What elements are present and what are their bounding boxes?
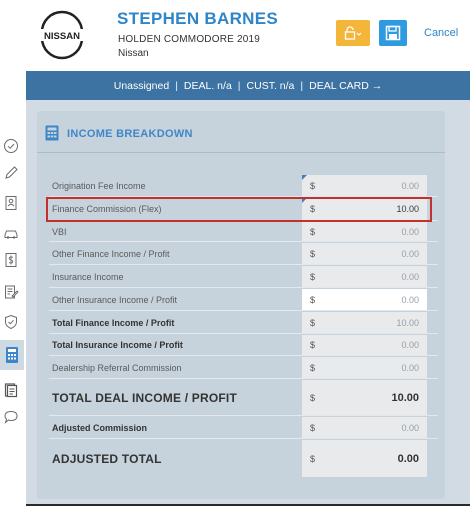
card-header: INCOME BREAKDOWN	[37, 111, 445, 153]
nissan-logo: NISSAN	[32, 10, 92, 60]
edit-flag	[302, 175, 307, 180]
check-circle-icon[interactable]	[2, 137, 20, 155]
currency-symbol: $	[310, 392, 316, 403]
field-value: 10.00	[391, 391, 419, 404]
highlight-box	[46, 197, 432, 222]
currency-symbol: $	[310, 422, 316, 433]
row-total-finance-income: Total Finance Income / Profit $10.00	[49, 312, 438, 334]
currency-symbol: $	[310, 453, 316, 464]
deal-number: DEAL. n/a	[183, 79, 232, 92]
deal-income-page: NISSAN STEPHEN BARNES HOLDEN COMMODORE 2…	[0, 0, 474, 508]
field-value: 0.00	[397, 452, 419, 465]
separator: |	[175, 79, 178, 92]
adjusted-commission-field[interactable]: $0.00	[302, 417, 427, 438]
vehicle-make: Nissan	[118, 48, 149, 59]
row-dealership-referral: Dealership Referral Commission $0.00	[49, 357, 438, 379]
origination-fee-field[interactable]: $0.00	[302, 175, 427, 196]
row-adjusted-total: ADJUSTED TOTAL $0.00	[49, 440, 438, 477]
logo-text: NISSAN	[44, 31, 80, 42]
field-value: 0.00	[401, 362, 419, 373]
card-title: INCOME BREAKDOWN	[67, 128, 193, 140]
total-deal-income-value: $10.00	[302, 380, 427, 415]
field-value: 10.00	[396, 317, 419, 328]
row-other-finance-income: Other Finance Income / Profit $0.00	[49, 243, 438, 265]
currency-symbol: $	[310, 180, 316, 191]
person-doc-icon[interactable]	[2, 194, 20, 212]
row-insurance-income: Insurance Income $0.00	[49, 266, 438, 288]
vehicle-description: HOLDEN COMMODORE 2019	[118, 34, 261, 45]
deal-status-bar: Unassigned | DEAL. n/a | CUST. n/a | DEA…	[26, 71, 470, 100]
row-label: Total Finance Income / Profit	[52, 317, 175, 328]
deal-card-link[interactable]: DEAL CARD →	[309, 80, 382, 92]
field-value: 0.00	[401, 294, 419, 305]
row-other-insurance-income: Other Insurance Income / Profit $0.00	[49, 289, 438, 311]
currency-symbol: $	[310, 362, 316, 373]
row-label: Other Finance Income / Profit	[52, 248, 170, 259]
field-value: 0.00	[401, 422, 419, 433]
field-value: 0.00	[401, 340, 419, 350]
save-button[interactable]	[379, 20, 407, 46]
pencil-icon[interactable]	[2, 164, 20, 182]
other-finance-income-field[interactable]: $0.00	[302, 243, 427, 264]
row-label: Other Insurance Income / Profit	[52, 294, 178, 305]
customer-number: CUST. n/a	[246, 79, 295, 92]
calculator-icon	[45, 125, 59, 141]
field-value: 0.00	[401, 248, 419, 259]
currency-symbol: $	[310, 294, 316, 305]
cancel-link[interactable]: Cancel	[424, 27, 458, 39]
row-label: ADJUSTED TOTAL	[52, 451, 162, 466]
row-label: Dealership Referral Commission	[52, 362, 182, 373]
edit-doc-icon[interactable]	[2, 283, 20, 301]
calculator-icon[interactable]	[0, 340, 24, 370]
row-label: Adjusted Commission	[52, 422, 148, 433]
field-value: 0.00	[401, 226, 419, 237]
row-label: Total Insurance Income / Profit	[52, 340, 183, 350]
other-insurance-income-field[interactable]: $0.00	[302, 289, 427, 310]
lock-icon	[344, 26, 362, 40]
row-origination-fee: Origination Fee Income $0.00	[49, 175, 438, 197]
currency-symbol: $	[310, 226, 316, 237]
total-insurance-income-value: $0.00	[302, 335, 427, 355]
currency-symbol: $	[310, 248, 316, 259]
lock-button[interactable]	[336, 20, 370, 46]
insurance-income-field[interactable]: $0.00	[302, 266, 427, 287]
currency-symbol: $	[310, 340, 316, 350]
row-vbi: VBI $0.00	[49, 222, 438, 242]
row-label: VBI	[52, 226, 67, 237]
vbi-field[interactable]: $0.00	[302, 222, 427, 241]
field-value: 0.00	[401, 271, 419, 282]
currency-symbol: $	[310, 317, 316, 328]
total-finance-income-value: $10.00	[302, 312, 427, 333]
divider	[26, 504, 470, 506]
chat-bubble-icon[interactable]	[2, 408, 20, 426]
customer-name: STEPHEN BARNES	[117, 9, 279, 28]
shield-check-icon[interactable]	[2, 313, 20, 331]
row-total-insurance-income: Total Insurance Income / Profit $0.00	[49, 335, 438, 356]
deal-status: Unassigned	[113, 79, 170, 92]
field-value: 0.00	[401, 180, 419, 191]
currency-symbol: $	[310, 271, 316, 282]
adjusted-total-value: $0.00	[302, 440, 427, 477]
row-adjusted-commission: Adjusted Commission $0.00	[49, 417, 438, 439]
dealership-referral-field[interactable]: $0.00	[302, 357, 427, 378]
dollar-doc-icon[interactable]	[2, 251, 20, 269]
row-label: Origination Fee Income	[52, 180, 146, 191]
separator: |	[237, 79, 241, 92]
row-label: TOTAL DEAL INCOME / PROFIT	[52, 390, 237, 405]
row-label: Insurance Income	[52, 271, 124, 282]
documents-icon[interactable]	[2, 381, 20, 399]
car-icon[interactable]	[2, 224, 20, 242]
row-total-deal-income: TOTAL DEAL INCOME / PROFIT $10.00	[49, 380, 438, 416]
separator: |	[300, 79, 304, 92]
save-icon	[385, 25, 401, 41]
